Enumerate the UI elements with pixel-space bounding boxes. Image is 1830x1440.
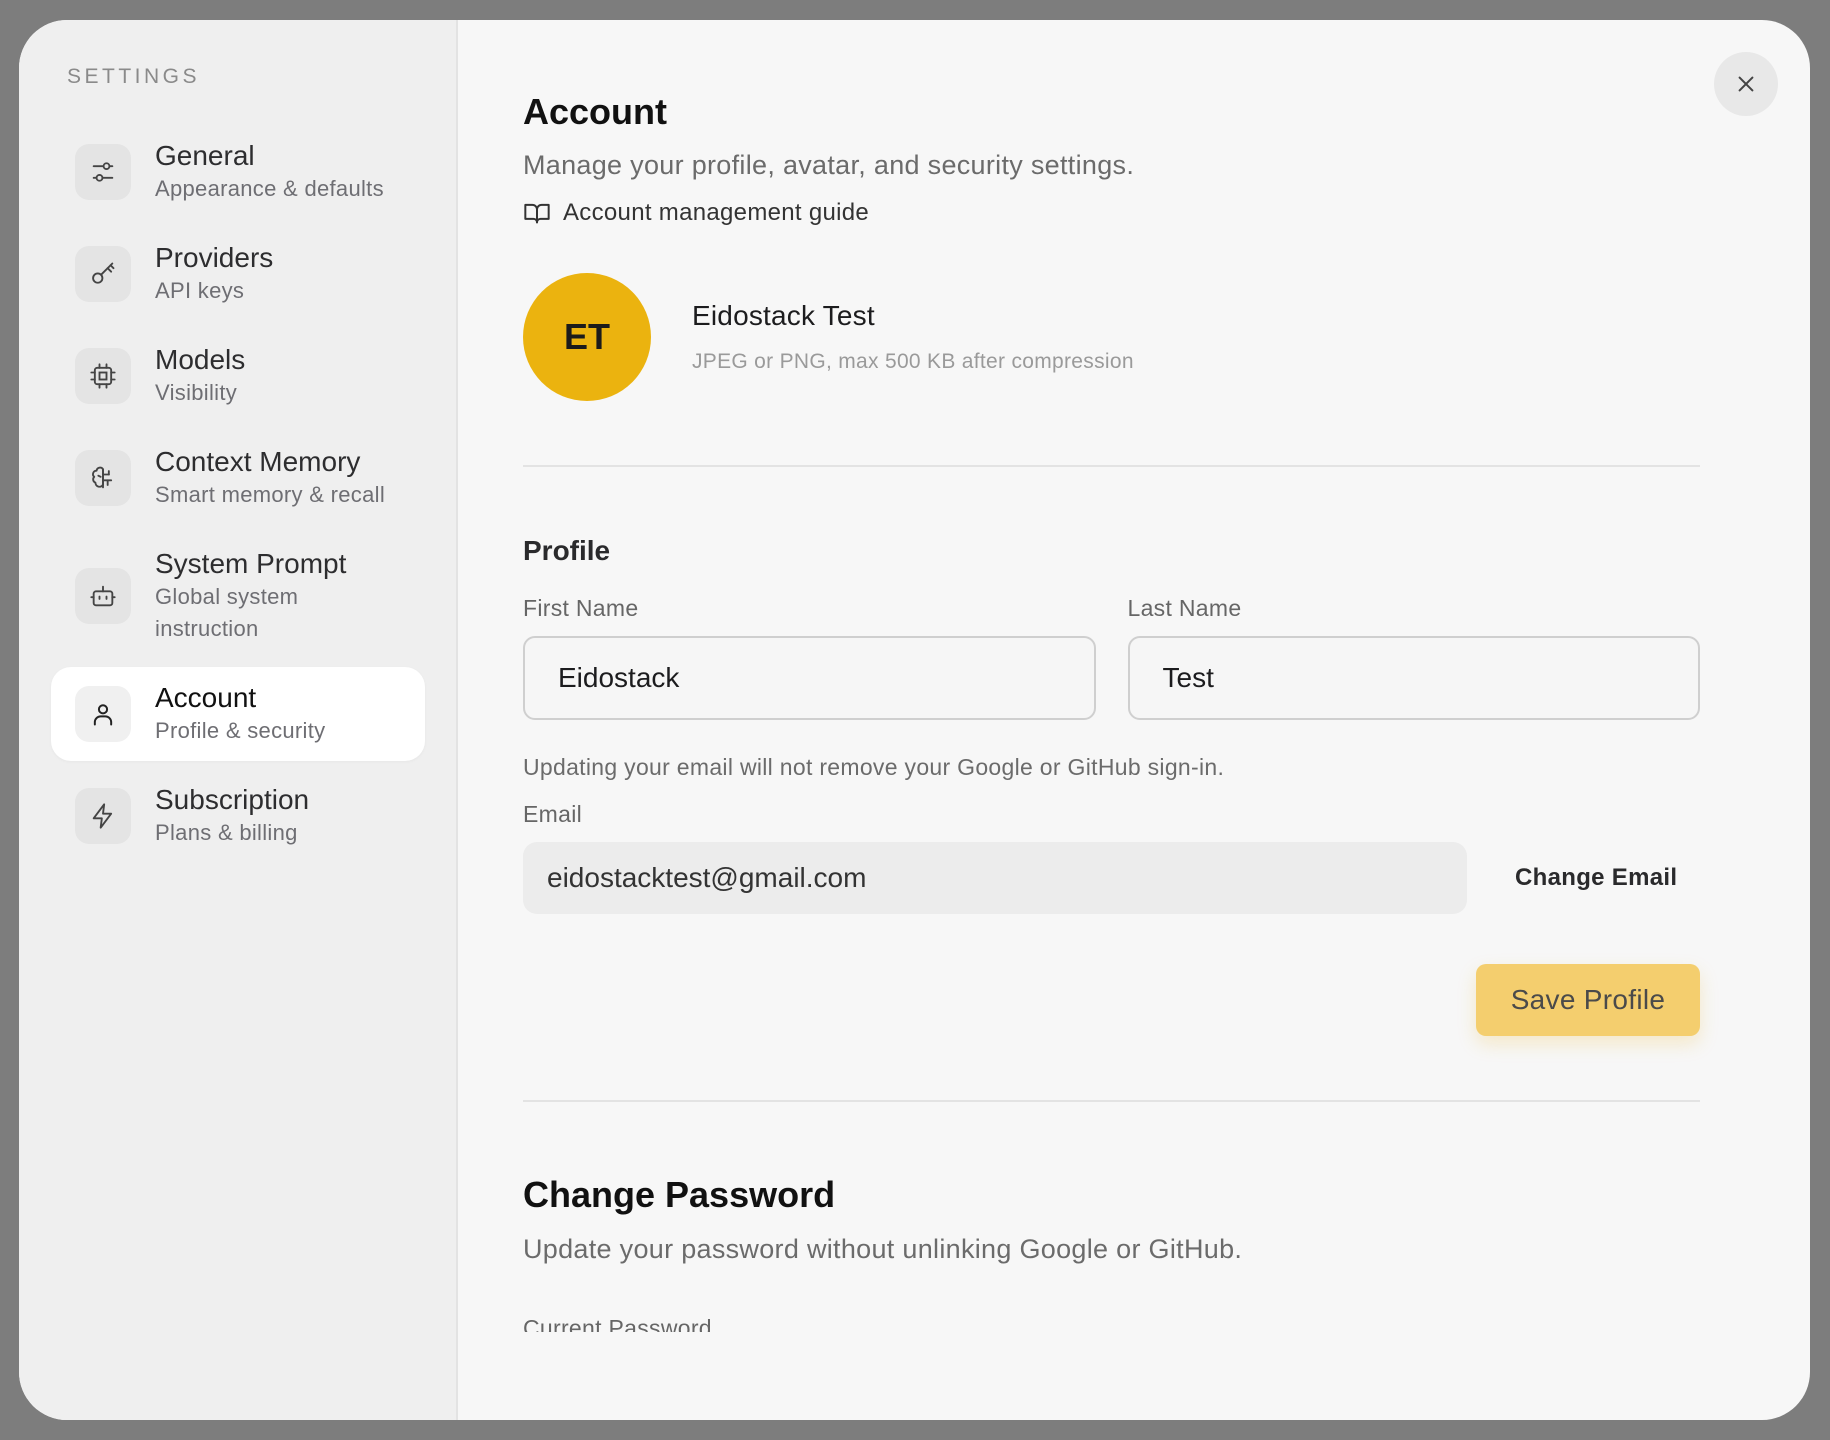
guide-link[interactable]: Account management guide bbox=[523, 199, 1700, 227]
sidebar-item-text: System Prompt Global system instruction bbox=[155, 547, 346, 645]
password-section-title: Change Password bbox=[523, 1174, 836, 1215]
sidebar-item-account[interactable]: Account Profile & security bbox=[51, 667, 425, 761]
book-icon bbox=[524, 203, 550, 224]
sidebar-item-text: Providers API keys bbox=[155, 241, 273, 307]
sidebar-item-text: Models Visibility bbox=[155, 343, 245, 409]
sidebar-item-label: Account bbox=[155, 682, 257, 713]
current-password-label: Current Password bbox=[523, 1315, 712, 1332]
sidebar-item-text: Context Memory Smart memory & recall bbox=[155, 445, 385, 511]
sidebar-item-subtitle: Global system instruction bbox=[155, 584, 299, 641]
name-fields: First Name Last Name bbox=[523, 595, 1700, 720]
close-button[interactable] bbox=[1714, 52, 1778, 116]
first-name-field[interactable] bbox=[523, 636, 1096, 720]
sidebar-item-label: Providers bbox=[155, 242, 274, 273]
settings-sidebar: SETTINGS General Appearance & defaults P… bbox=[19, 20, 458, 1420]
last-name-field[interactable] bbox=[1127, 636, 1700, 720]
sidebar-item-label: Context Memory bbox=[155, 446, 361, 477]
key-icon bbox=[75, 246, 131, 302]
sidebar-item-label: General bbox=[155, 140, 255, 171]
sidebar-item-general[interactable]: General Appearance & defaults bbox=[51, 125, 425, 219]
avatar-row: ET Eidostack Test JPEG or PNG, max 500 K… bbox=[523, 273, 1700, 401]
change-email-button[interactable]: Change Email bbox=[1515, 864, 1677, 892]
bolt-icon bbox=[75, 788, 131, 844]
page-title: Account bbox=[523, 91, 667, 132]
sidebar-item-context-memory[interactable]: Context Memory Smart memory & recall bbox=[51, 431, 425, 525]
sidebar-item-text: Account Profile & security bbox=[155, 681, 325, 747]
cpu-icon bbox=[75, 348, 131, 404]
avatar-info: Eidostack Test JPEG or PNG, max 500 KB a… bbox=[692, 300, 1134, 374]
sidebar-item-label: System Prompt bbox=[155, 548, 347, 579]
user-name: Eidostack Test bbox=[692, 300, 875, 331]
current-password-group: Current Password bbox=[523, 1310, 1700, 1332]
bot-icon bbox=[75, 568, 131, 624]
page-description: Manage your profile, avatar, and securit… bbox=[523, 150, 1135, 180]
sidebar-item-providers[interactable]: Providers API keys bbox=[51, 227, 425, 321]
settings-nav: General Appearance & defaults Providers … bbox=[51, 125, 425, 871]
sidebar-item-system-prompt[interactable]: System Prompt Global system instruction bbox=[51, 533, 425, 659]
first-name-group: First Name bbox=[523, 595, 1096, 720]
guide-link-label: Account management guide bbox=[563, 199, 870, 226]
settings-modal: SETTINGS General Appearance & defaults P… bbox=[19, 20, 1810, 1420]
divider bbox=[523, 465, 1700, 467]
profile-section-title: Profile bbox=[523, 535, 611, 566]
email-field[interactable] bbox=[523, 842, 1467, 914]
account-content: Account Manage your profile, avatar, and… bbox=[523, 90, 1700, 1332]
first-name-label: First Name bbox=[523, 595, 639, 621]
save-profile-button[interactable]: Save Profile bbox=[1476, 964, 1700, 1036]
save-row: Save Profile bbox=[523, 964, 1700, 1036]
email-note: Updating your email will not remove your… bbox=[523, 754, 1225, 780]
brain-icon bbox=[75, 450, 131, 506]
last-name-label: Last Name bbox=[1127, 595, 1242, 621]
email-row: Change Email bbox=[523, 842, 1700, 914]
settings-main: Account Manage your profile, avatar, and… bbox=[458, 20, 1810, 1420]
last-name-group: Last Name bbox=[1127, 595, 1700, 720]
sidebar-item-subtitle: Plans & billing bbox=[155, 820, 298, 845]
sidebar-item-label: Subscription bbox=[155, 784, 310, 815]
user-icon bbox=[75, 686, 131, 742]
sidebar-item-text: Subscription Plans & billing bbox=[155, 783, 309, 849]
password-description: Update your password without unlinking G… bbox=[523, 1234, 1243, 1264]
email-label: Email bbox=[523, 801, 583, 827]
avatar[interactable]: ET bbox=[523, 273, 651, 401]
sidebar-item-subtitle: API keys bbox=[155, 278, 245, 303]
divider bbox=[523, 1100, 1700, 1102]
sidebar-item-models[interactable]: Models Visibility bbox=[51, 329, 425, 423]
sidebar-item-subscription[interactable]: Subscription Plans & billing bbox=[51, 769, 425, 863]
sidebar-item-subtitle: Visibility bbox=[155, 380, 238, 405]
sidebar-item-subtitle: Profile & security bbox=[155, 718, 326, 743]
sliders-icon bbox=[75, 144, 131, 200]
sidebar-item-subtitle: Smart memory & recall bbox=[155, 482, 386, 507]
sidebar-item-label: Models bbox=[155, 344, 246, 375]
close-icon bbox=[1738, 76, 1754, 92]
avatar-hint: JPEG or PNG, max 500 KB after compressio… bbox=[692, 350, 1134, 373]
sidebar-heading: SETTINGS bbox=[67, 65, 201, 88]
sidebar-item-subtitle: Appearance & defaults bbox=[155, 176, 384, 201]
sidebar-item-text: General Appearance & defaults bbox=[155, 139, 384, 205]
